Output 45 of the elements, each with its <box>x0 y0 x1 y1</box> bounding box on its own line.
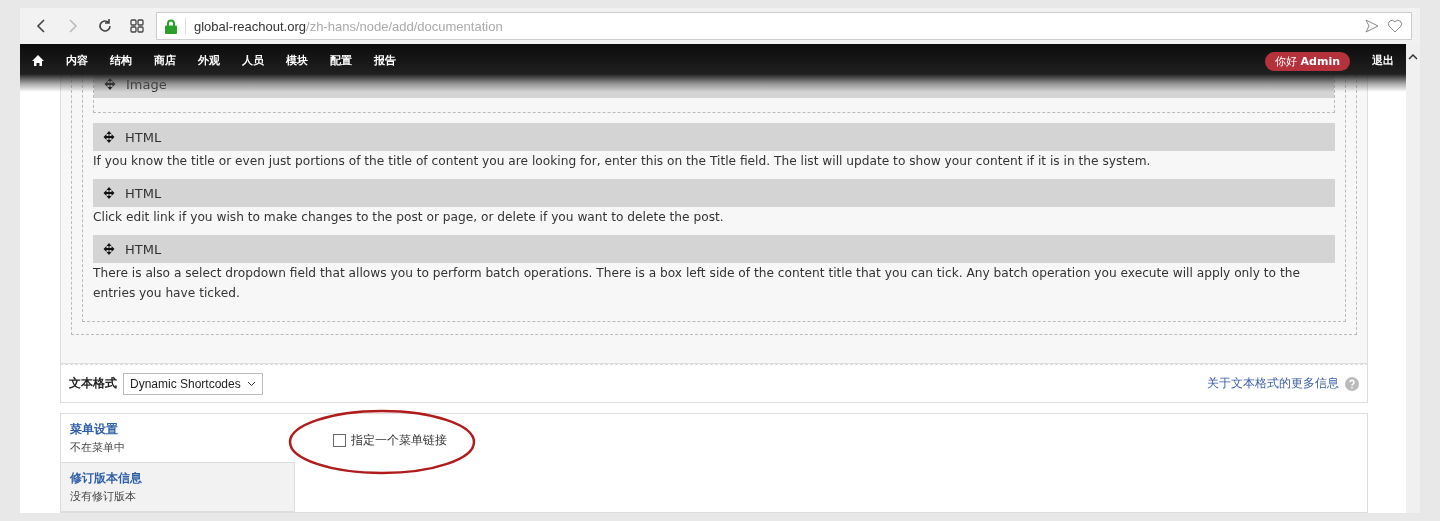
caret-icon[interactable] <box>246 380 256 387</box>
toolbar-item[interactable]: 人员 <box>242 44 264 77</box>
tab-summary: 不在菜单中 <box>70 440 126 455</box>
format-select[interactable]: Dynamic Shortcodes <box>123 372 263 395</box>
menu-link-checkbox[interactable]: 指定一个菜单链接 <box>333 432 1367 449</box>
block-title: HTML <box>125 241 162 257</box>
back-icon[interactable] <box>36 19 46 33</box>
heart-icon[interactable] <box>1387 19 1403 33</box>
user-greeting[interactable]: 你好 Admin <box>1265 52 1350 71</box>
home-icon[interactable] <box>32 55 44 66</box>
logout-link[interactable]: 退出 <box>1372 44 1394 77</box>
address-field[interactable]: global-reachout.org/zh-hans/node/add/documentation <box>156 12 1412 40</box>
block-title: HTML <box>125 185 162 201</box>
tab-title[interactable]: 修订版本信息 <box>70 470 285 487</box>
url-host: global-reachout.org <box>194 18 307 34</box>
reload-icon[interactable] <box>97 18 113 34</box>
scroll-up-icon[interactable] <box>1406 52 1420 62</box>
format-help-link[interactable]: 关于文本格式的更多信息 <box>1207 375 1339 392</box>
vertical-tab[interactable]: 修订版本信息 没有修订版本 <box>61 463 294 512</box>
lock-icon <box>165 18 177 34</box>
drag-handle-icon[interactable] <box>104 78 116 90</box>
block-text: Click edit link if you wish to make changes to the post or page, or delete if you want to delete the post. <box>93 209 725 226</box>
tab-summary: 没有修订版本 <box>70 489 137 504</box>
scrollbar[interactable] <box>1406 44 1420 513</box>
toolbar-item[interactable]: 报告 <box>374 44 396 77</box>
toolbar-item[interactable]: 配置 <box>330 44 352 77</box>
toolbar-item[interactable]: 模块 <box>286 44 308 77</box>
block-title: HTML <box>125 129 162 145</box>
toolbar-item[interactable]: 内容 <box>66 44 88 77</box>
toolbar-item[interactable]: 结构 <box>110 44 132 77</box>
drag-handle-icon[interactable] <box>103 187 115 199</box>
tab-title[interactable]: 菜单设置 <box>70 421 286 438</box>
block-text: If you know the title or even just portions of the title of content you are looking for, enter this on the Title field. The list will update to show your content if it is in the system. <box>93 153 1152 170</box>
vertical-tab[interactable]: 菜单设置 不在菜单中 <box>61 414 295 463</box>
toolbar-item[interactable]: 外观 <box>198 44 220 77</box>
toolbar-item[interactable]: 商店 <box>154 44 176 77</box>
drag-handle-icon[interactable] <box>103 131 115 143</box>
block-title: Image <box>126 76 167 92</box>
block-text: There is also a select dropdown field that allows you to perform batch operations. There is a box left side of the content title that you can tick. Any batch operation you execute will apply only to the entries you have ticked. <box>93 265 1301 302</box>
grid-icon[interactable] <box>130 19 144 33</box>
checkbox-label: 指定一个菜单链接 <box>351 432 447 449</box>
format-label: 文本格式 <box>69 375 117 392</box>
checkbox[interactable] <box>333 434 346 447</box>
url-path: /zh-hans/node/add/documentation <box>306 18 503 34</box>
drag-handle-icon[interactable] <box>103 243 115 255</box>
